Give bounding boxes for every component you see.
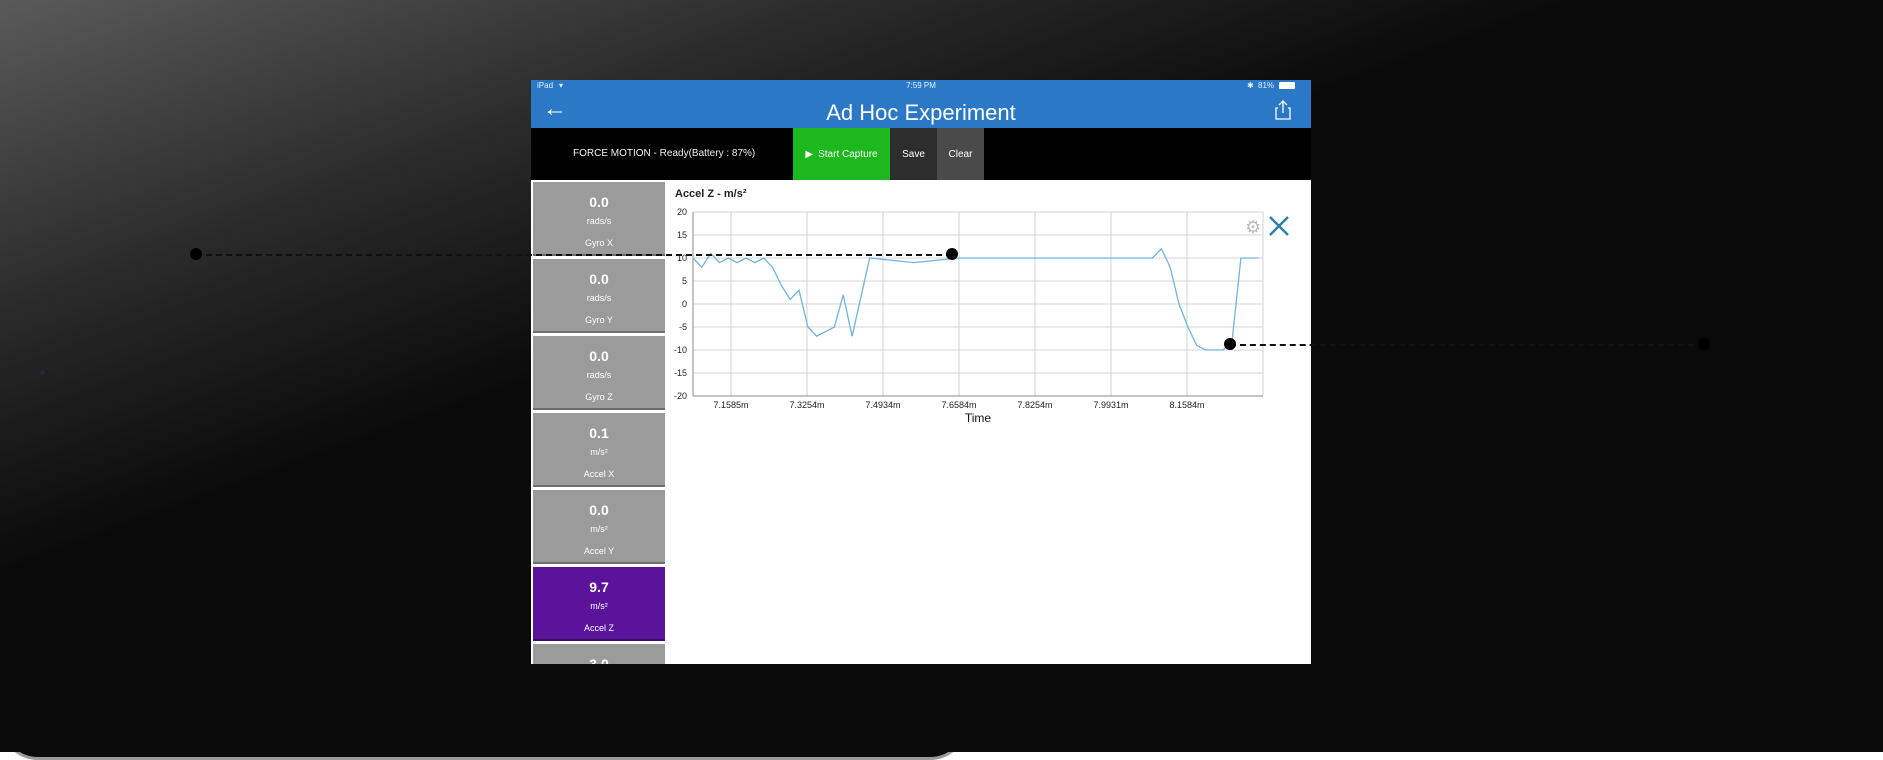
- clock: 7:59 PM: [906, 81, 936, 90]
- salmon-sensor-device-image: V NIER: [1558, 250, 1876, 498]
- x-axis-label: Time: [965, 411, 992, 425]
- callout-line-right: [1230, 344, 1704, 346]
- y-tick-label: 15: [677, 230, 687, 240]
- series-line: [692, 247, 1259, 351]
- start-capture-button[interactable]: ▶ Start Capture: [793, 128, 890, 180]
- sensor-unit: rads/s: [586, 216, 612, 226]
- red-sensor-device-image: [10, 175, 360, 519]
- sensor-tile-gyro-x[interactable]: 0.0 rads/s Gyro X: [533, 182, 665, 256]
- gear-icon[interactable]: ⚙: [1245, 218, 1263, 236]
- start-capture-label: Start Capture: [818, 148, 878, 160]
- svg-text:V NIER: V NIER: [1734, 319, 1781, 335]
- sensor-value: 3.0: [589, 656, 609, 664]
- clear-button[interactable]: Clear: [937, 128, 984, 180]
- sensor-name: Accel Y: [583, 546, 615, 556]
- x-tick-label: 7.8254m: [1017, 400, 1052, 410]
- x-tick-label: 7.3254m: [789, 400, 824, 410]
- sensor-value: 9.7: [589, 579, 609, 595]
- sensor-unit: m/s²: [590, 447, 608, 457]
- x-tick-label: 7.9931m: [1093, 400, 1128, 410]
- sensor-name: Accel X: [583, 469, 615, 479]
- y-tick-label: -15: [674, 368, 687, 378]
- sensor-name: Gyro Z: [585, 392, 613, 402]
- accel-z-chart: Accel Z - m/s² 20 15 10 5 0 -5 -10 -15 -20 7.1585…: [671, 186, 1311, 446]
- callout-dot-right-start: [1224, 338, 1236, 350]
- x-tick-label: 7.6584m: [941, 400, 976, 410]
- sensor-name: Accel Z: [583, 623, 614, 633]
- battery-percent: 81%: [1258, 81, 1275, 90]
- chart-plot: 20151050-5-10-15-207.1585m 7.3254m 7.4934m…: [674, 207, 1264, 425]
- sensor-name: Gyro X: [584, 238, 613, 248]
- sensor-name: Gyro Y: [585, 315, 613, 325]
- status-bar: iPad ▾ 7:59 PM ✱ 81%: [531, 80, 1311, 92]
- callout-dot-left-start: [190, 248, 202, 260]
- y-tick-label: -20: [674, 391, 687, 401]
- camera-icon: [40, 370, 45, 375]
- x-tick-label: 8.1584m: [1169, 400, 1204, 410]
- bluetooth-icon: ✱: [1247, 81, 1254, 90]
- connection-status: FORCE MOTION - Ready(Battery : 87%): [573, 148, 756, 159]
- sensor-value: 0.1: [589, 425, 609, 441]
- page-title: Ad Hoc Experiment: [826, 100, 1016, 125]
- save-button[interactable]: Save: [890, 128, 937, 180]
- nav-bar: ← Ad Hoc Experiment: [531, 92, 1311, 128]
- sensor-unit: m/s²: [590, 524, 608, 534]
- app-screen: iPad ▾ 7:59 PM ✱ 81% ← Ad Hoc Experiment…: [531, 80, 1311, 664]
- share-icon[interactable]: [1275, 100, 1291, 120]
- sensor-tile-gyro-z[interactable]: 0.0 rads/s Gyro Z: [533, 336, 665, 410]
- callout-line-left: [196, 254, 952, 256]
- callout-dot-left-end: [946, 248, 958, 260]
- callout-dot-right-end: [1698, 338, 1710, 350]
- x-tick-label: 7.4934m: [865, 400, 900, 410]
- sensor-tile-accel-z[interactable]: 9.7 m/s² Accel Z: [533, 567, 665, 641]
- y-tick-label: -5: [679, 322, 687, 332]
- sensor-unit: m/s²: [590, 601, 608, 611]
- sensor-value: 0.0: [589, 194, 609, 210]
- sensor-tile-gyro-y[interactable]: 0.0 rads/s Gyro Y: [533, 259, 665, 333]
- sensor-tile-accel-y[interactable]: 0.0 m/s² Accel Y: [533, 490, 665, 564]
- sensor-tile-accel-x[interactable]: 0.1 m/s² Accel X: [533, 413, 665, 487]
- close-icon[interactable]: [1267, 214, 1291, 238]
- sensor-tile-partial[interactable]: 3.0: [533, 644, 665, 664]
- x-tick-label: 7.1585m: [713, 400, 748, 410]
- sensor-value: 0.0: [589, 348, 609, 364]
- battery-icon: [1279, 82, 1295, 89]
- capture-toolbar: FORCE MOTION - Ready(Battery : 87%) ▶ St…: [531, 128, 1311, 180]
- y-tick-label: 20: [677, 207, 687, 217]
- play-icon: ▶: [805, 148, 814, 160]
- y-tick-label: 0: [682, 299, 687, 309]
- sensor-value: 0.0: [589, 502, 609, 518]
- sensor-unit: rads/s: [586, 370, 612, 380]
- y-tick-label: -10: [674, 345, 687, 355]
- sensor-value: 0.0: [589, 271, 609, 287]
- sensor-unit: rads/s: [586, 293, 612, 303]
- y-tick-label: 5: [682, 276, 687, 286]
